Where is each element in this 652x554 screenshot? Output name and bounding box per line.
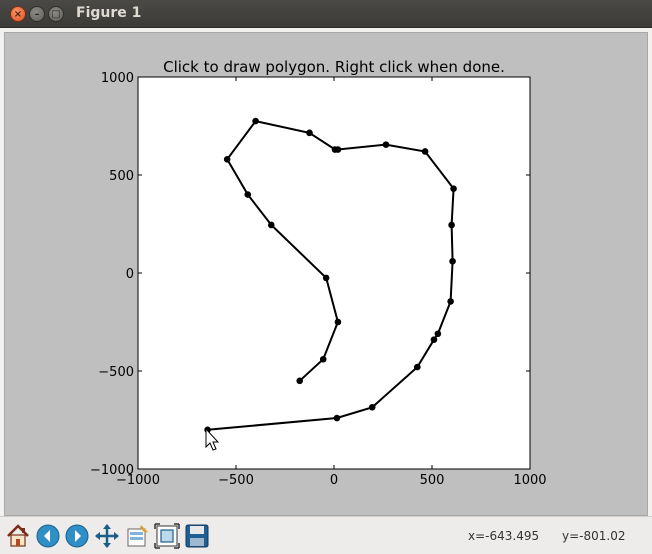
y-tick-label: 0: [126, 267, 134, 282]
x-tick-label: −500: [218, 473, 254, 488]
window-title: Figure 1: [76, 5, 142, 21]
polygon-vertex: [319, 355, 327, 363]
polygon-vertex: [334, 318, 342, 326]
polygon-vertex: [267, 221, 275, 229]
polygon-vertex: [434, 330, 442, 338]
polygon-vertex: [306, 129, 313, 137]
polygon-vertex: [334, 146, 342, 153]
home-icon[interactable]: [5, 523, 31, 549]
polygon-vertex: [448, 221, 455, 229]
chart-title: Click to draw polygon. Right click when …: [163, 58, 505, 76]
y-tick-label: −500: [98, 365, 134, 380]
polygon-vertex: [333, 414, 341, 422]
polygon-vertex: [296, 377, 304, 385]
polygon-vertex: [322, 274, 330, 282]
polygon-vertex: [430, 336, 438, 343]
polygon-vertex: [414, 363, 421, 371]
subplots-icon[interactable]: [124, 523, 150, 549]
polygon-vertex: [244, 191, 252, 198]
navigation-toolbar: x=-643.495 y=-801.02: [0, 516, 652, 554]
polygon-vertex: [450, 185, 457, 193]
polygon-vertex: [368, 403, 376, 411]
x-tick-label: 500: [420, 473, 445, 488]
x-tick-label: 0: [330, 473, 338, 488]
polygon-vertex: [382, 141, 390, 148]
y-tick-label: 1000: [101, 71, 134, 86]
polygon-vertex: [252, 117, 259, 125]
polygon-vertex: [223, 156, 231, 163]
app-window: × – □ Figure 1 Click to draw polygon. Ri…: [0, 0, 652, 554]
figure-canvas[interactable]: Click to draw polygon. Right click when …: [4, 32, 648, 516]
plot-svg[interactable]: Click to draw polygon. Right click when …: [5, 33, 649, 517]
minimize-window-button[interactable]: –: [29, 6, 45, 22]
polygon-vertex: [449, 257, 456, 265]
polygon-vertex: [421, 148, 429, 155]
title-bar[interactable]: × – □ Figure 1: [0, 0, 652, 28]
pan-icon[interactable]: [94, 523, 120, 549]
save-icon[interactable]: [184, 523, 210, 549]
polygon-vertex: [447, 298, 454, 305]
x-tick-label: 1000: [513, 473, 546, 488]
maximize-window-button[interactable]: □: [48, 6, 64, 22]
y-tick-label: −1000: [90, 463, 134, 478]
x-coordinate-readout: x=-643.495: [468, 529, 540, 543]
forward-icon[interactable]: [64, 523, 90, 549]
close-window-button[interactable]: ×: [10, 6, 26, 22]
y-coordinate-readout: y=-801.02: [562, 529, 626, 543]
back-icon[interactable]: [35, 523, 61, 549]
zoom-icon[interactable]: [154, 523, 180, 549]
y-tick-label: 500: [109, 169, 134, 184]
plot-axes[interactable]: [137, 76, 531, 470]
